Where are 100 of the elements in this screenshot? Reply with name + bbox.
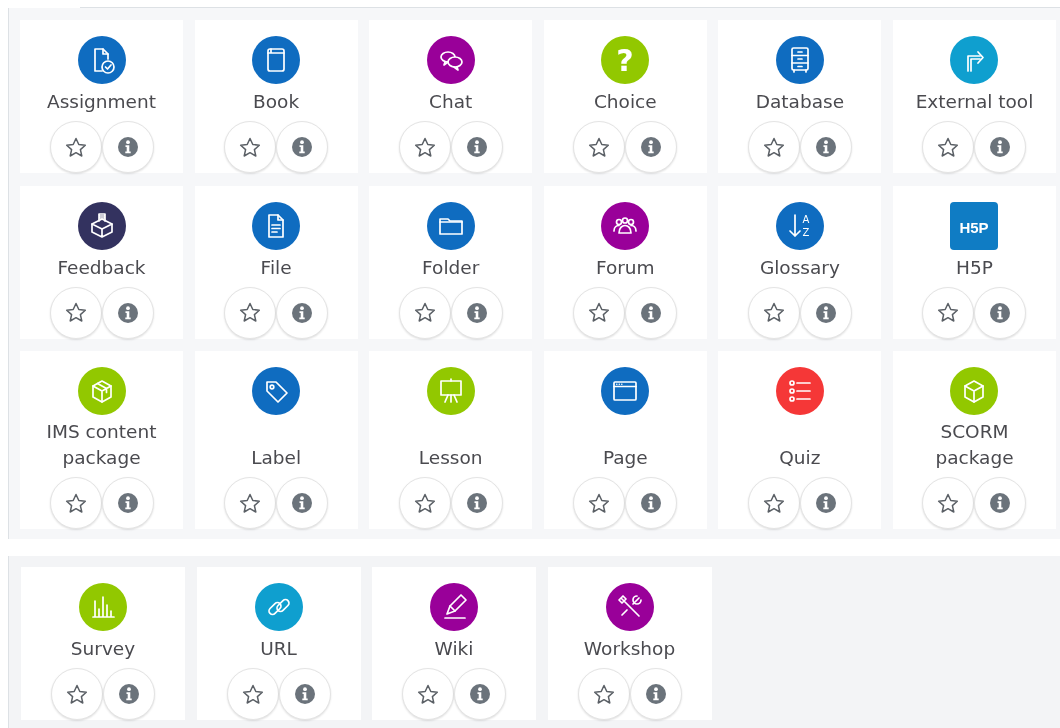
star-icon bbox=[64, 302, 87, 323]
favourite-button[interactable] bbox=[573, 286, 626, 339]
info-button[interactable] bbox=[454, 668, 506, 720]
favourite-button[interactable] bbox=[573, 477, 626, 529]
activity-name[interactable]: Choice bbox=[593, 89, 657, 115]
activity-name[interactable]: Feedback bbox=[57, 254, 146, 281]
favourite-button[interactable] bbox=[398, 121, 451, 173]
activity-name[interactable]: External tool bbox=[915, 89, 1034, 115]
star-icon bbox=[762, 136, 785, 158]
info-button[interactable] bbox=[450, 121, 503, 173]
activity-name[interactable]: Folder bbox=[422, 254, 480, 281]
document-icon bbox=[252, 201, 301, 250]
info-button[interactable] bbox=[101, 121, 154, 173]
info-icon bbox=[470, 684, 490, 704]
info-icon bbox=[292, 137, 313, 157]
activity-name[interactable]: Forum bbox=[595, 254, 655, 281]
activity-name[interactable]: Chat bbox=[429, 89, 473, 115]
activity-name[interactable]: Survey bbox=[70, 636, 136, 662]
info-button[interactable] bbox=[629, 668, 682, 720]
info-icon bbox=[815, 493, 836, 513]
easel-icon bbox=[426, 367, 475, 415]
info-button[interactable] bbox=[278, 668, 331, 720]
star-icon bbox=[64, 136, 87, 158]
activity-name[interactable]: Wiki bbox=[434, 636, 474, 662]
favourite-button[interactable] bbox=[577, 668, 630, 720]
activity-name[interactable]: H5P bbox=[956, 254, 993, 281]
activity-name[interactable]: Page bbox=[602, 445, 648, 471]
info-icon bbox=[117, 137, 138, 157]
activity-name[interactable]: Book bbox=[253, 89, 300, 115]
info-icon bbox=[641, 137, 662, 157]
activity-name[interactable]: URL bbox=[260, 636, 297, 662]
info-icon bbox=[292, 493, 313, 513]
package-box-icon bbox=[77, 367, 126, 415]
filing-cabinet-icon bbox=[775, 36, 824, 84]
info-icon bbox=[645, 684, 666, 704]
info-icon bbox=[294, 684, 315, 704]
ballot-box-icon bbox=[77, 201, 126, 250]
info-icon bbox=[990, 137, 1011, 157]
star-icon bbox=[937, 492, 960, 514]
info-icon bbox=[292, 302, 313, 323]
info-button[interactable] bbox=[799, 121, 852, 173]
favourite-button[interactable] bbox=[51, 668, 103, 720]
favourite-button[interactable] bbox=[922, 477, 975, 529]
activity-name[interactable]: SCORM package bbox=[898, 419, 1050, 471]
activity-name[interactable]: Quiz bbox=[779, 445, 821, 471]
info-button[interactable] bbox=[974, 477, 1027, 529]
activity-name[interactable]: IMS content package bbox=[26, 419, 177, 471]
book-icon bbox=[252, 36, 301, 84]
star-icon bbox=[413, 492, 436, 514]
info-button[interactable] bbox=[625, 121, 678, 173]
info-icon bbox=[815, 137, 836, 157]
pencil-icon bbox=[430, 583, 478, 631]
activity-name[interactable]: Workshop bbox=[583, 636, 676, 662]
favourite-button[interactable] bbox=[922, 121, 975, 173]
info-button[interactable] bbox=[450, 477, 503, 529]
activity-name[interactable]: Lesson bbox=[418, 445, 483, 471]
favourite-button[interactable] bbox=[747, 477, 800, 529]
favourite-button[interactable] bbox=[747, 121, 800, 173]
favourite-button[interactable] bbox=[398, 477, 451, 529]
info-button[interactable] bbox=[276, 121, 329, 173]
favourite-button[interactable] bbox=[573, 121, 626, 173]
info-button[interactable] bbox=[450, 286, 503, 339]
folder-icon bbox=[426, 201, 475, 250]
favourite-button[interactable] bbox=[49, 121, 102, 173]
info-icon bbox=[641, 302, 662, 323]
info-icon bbox=[119, 684, 139, 704]
info-button[interactable] bbox=[799, 286, 852, 339]
bar-chart-icon bbox=[79, 583, 127, 631]
star-icon bbox=[239, 302, 262, 323]
activity-name[interactable]: File bbox=[260, 254, 292, 281]
favourite-button[interactable] bbox=[224, 477, 277, 529]
star-icon bbox=[64, 492, 87, 514]
favourite-button[interactable] bbox=[224, 121, 277, 173]
info-button[interactable] bbox=[101, 477, 154, 529]
tag-icon bbox=[252, 367, 301, 415]
people-group-icon bbox=[601, 201, 650, 250]
info-icon bbox=[466, 493, 487, 513]
star-icon bbox=[592, 683, 615, 705]
favourite-button[interactable] bbox=[226, 668, 279, 720]
favourite-button[interactable] bbox=[922, 286, 975, 339]
star-icon bbox=[66, 683, 88, 705]
favourite-button[interactable] bbox=[49, 477, 102, 529]
favourite-button[interactable] bbox=[224, 286, 277, 339]
info-button[interactable] bbox=[974, 121, 1027, 173]
star-icon bbox=[239, 492, 262, 514]
info-button[interactable] bbox=[101, 286, 154, 339]
activity-name[interactable]: Glossary bbox=[759, 254, 840, 281]
star-icon bbox=[239, 136, 262, 158]
info-button[interactable] bbox=[799, 477, 852, 529]
speech-bubbles-icon bbox=[426, 36, 475, 84]
activity-name[interactable]: Database bbox=[755, 89, 844, 115]
activity-name[interactable]: Assignment bbox=[47, 89, 156, 115]
info-icon bbox=[466, 302, 487, 323]
info-button[interactable] bbox=[625, 477, 678, 529]
chain-link-icon bbox=[254, 583, 303, 631]
star-icon bbox=[413, 302, 436, 323]
favourite-button[interactable] bbox=[402, 668, 454, 720]
activity-name[interactable]: Label bbox=[251, 445, 302, 471]
info-button[interactable] bbox=[276, 477, 329, 529]
info-button[interactable] bbox=[103, 668, 155, 720]
